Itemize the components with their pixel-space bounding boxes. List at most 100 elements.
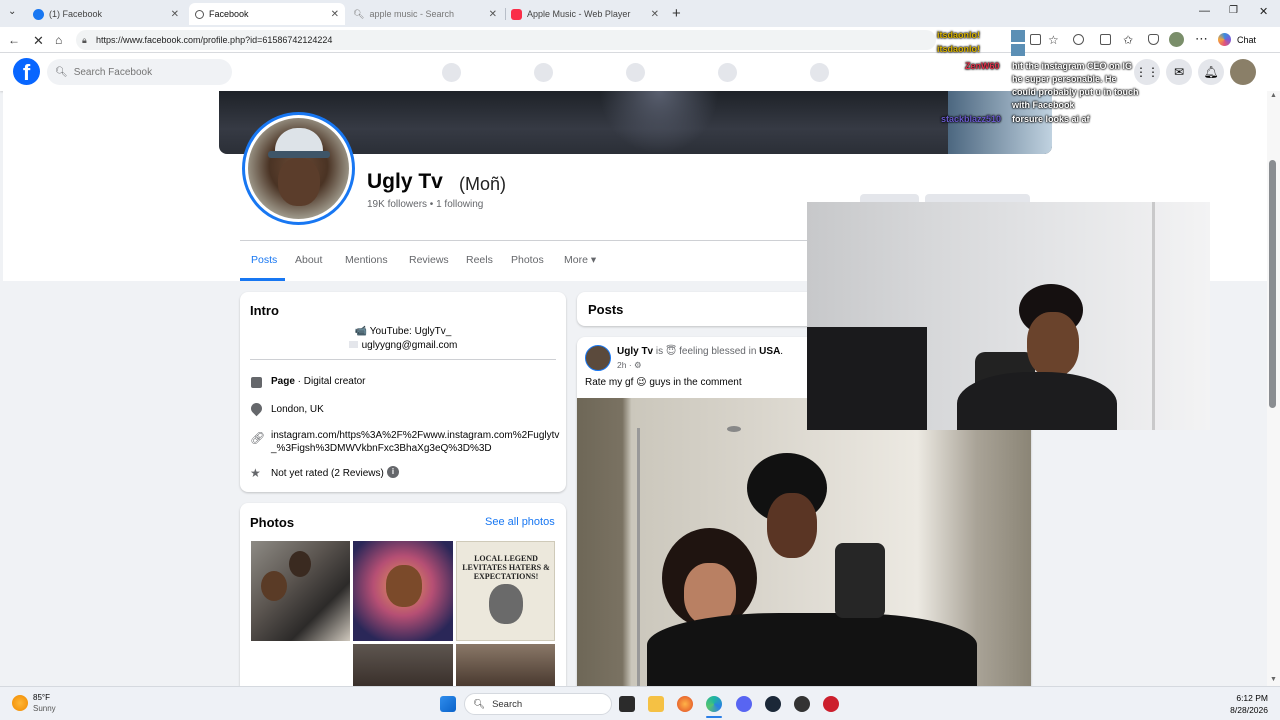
scrollbar-thumb[interactable] (1269, 160, 1276, 408)
close-tab-icon[interactable]: ✕ (489, 9, 497, 20)
tab-posts[interactable]: Posts (251, 254, 277, 266)
taskbar-search-label: Search (492, 698, 523, 710)
tab-list-chevron-icon[interactable]: ⌄ (8, 6, 16, 17)
info-icon[interactable]: i (387, 466, 399, 478)
post-author-name[interactable]: Ugly Tv (617, 346, 653, 357)
intro-location: London, UK (271, 404, 324, 415)
tab-reviews[interactable]: Reviews (409, 254, 449, 266)
close-window-icon[interactable]: ✕ (1259, 5, 1268, 18)
task-view-icon[interactable] (619, 696, 635, 712)
photo-thumbnail[interactable] (353, 644, 453, 686)
address-bar[interactable]: 🔒︎ https://www.facebook.com/profile.php?… (76, 30, 936, 50)
steam-icon[interactable] (765, 696, 781, 712)
apple-music-favicon-icon (511, 8, 522, 20)
photo-thumbnail[interactable] (353, 541, 453, 641)
chat-username: ZenW60 (965, 61, 1000, 71)
email-icon (348, 341, 358, 348)
intro-page-category: Page · Digital creator (271, 376, 365, 387)
weather-temp[interactable]: 85°F (33, 693, 50, 702)
tab-mentions[interactable]: Mentions (345, 254, 388, 266)
nav-friends-icon[interactable] (534, 63, 553, 82)
post-author-avatar[interactable] (585, 345, 611, 371)
profile-picture[interactable] (248, 118, 349, 219)
close-tab-icon[interactable]: ✕ (331, 9, 339, 20)
recording-app-icon[interactable] (823, 696, 839, 712)
chat-message: itsdaonlo! (937, 30, 980, 40)
chat-username: stackblazz510 (941, 114, 1002, 124)
photos-card: Photos See all photos LOCAL LEGEND LEVIT… (240, 503, 566, 686)
scroll-down-icon[interactable]: ▼ (1270, 676, 1277, 683)
minimize-icon[interactable]: — (1199, 5, 1210, 17)
weather-sun-icon[interactable] (12, 695, 28, 711)
chat-message-text: with Facebook (1012, 100, 1075, 110)
page-flag-icon (251, 377, 262, 388)
intro-email-text: uglyygng@gmail.com (361, 340, 458, 351)
scroll-up-icon[interactable]: ▲ (1270, 92, 1277, 99)
post-text: Rate my gf 😉 guys in the comment (585, 377, 742, 388)
link-icon: 🔗︎ (250, 431, 266, 445)
discord-icon[interactable] (736, 696, 752, 712)
nav-groups-icon[interactable] (810, 63, 829, 82)
chat-message: ZenW60 (965, 61, 1000, 71)
post-image[interactable] (577, 398, 1031, 686)
facebook-favicon-icon (33, 8, 44, 20)
facebook-logo-icon[interactable]: f (13, 58, 40, 85)
close-tab-icon[interactable]: ✕ (171, 9, 179, 20)
file-explorer-icon[interactable] (648, 696, 664, 712)
post-location[interactable]: USA (759, 346, 780, 357)
post-timestamp[interactable]: 2h · ⚙ (617, 360, 642, 371)
chat-avatar-icon (1011, 44, 1025, 56)
weather-desc[interactable]: Sunny (33, 704, 56, 713)
cap-brim-graphic (268, 151, 330, 158)
followers-count[interactable]: 19K followers • 1 following (367, 199, 483, 210)
chat-username: itsdaonlo! (937, 44, 980, 54)
tab-apple-music-player[interactable]: Apple Music - Web Player ✕ (505, 3, 665, 25)
tab-apple-music-search[interactable]: 🔍︎ apple music - Search ✕ (347, 3, 503, 25)
nav-video-icon[interactable] (626, 63, 645, 82)
tab-facebook-notifications[interactable]: (1) Facebook ✕ (27, 3, 185, 25)
chat-message-text: could probably put u in touch (1012, 87, 1139, 97)
home-icon[interactable]: ⌂ (55, 33, 62, 47)
site-info-lock-icon[interactable]: 🔒︎ (82, 35, 87, 46)
search-favicon-icon: 🔍︎ (353, 8, 365, 19)
photo-thumbnail[interactable] (456, 644, 555, 686)
tab-reels[interactable]: Reels (466, 254, 493, 266)
post-header-line: Ugly Tv is 😇 feeling blessed in USA. (617, 346, 784, 357)
back-arrow-icon[interactable]: ← (8, 33, 20, 47)
nav-home-icon[interactable] (442, 63, 461, 82)
new-tab-plus-icon[interactable]: + (672, 5, 681, 22)
search-input[interactable] (73, 66, 224, 78)
stop-loading-icon[interactable]: ✕ (33, 33, 44, 49)
obs-icon[interactable] (794, 696, 810, 712)
intro-link-line1[interactable]: instagram.com/https%3A%2F%2Fwww.instagra… (271, 430, 559, 441)
windows-start-icon[interactable] (440, 696, 456, 712)
close-tab-icon[interactable]: ✕ (651, 9, 659, 20)
see-all-photos-link[interactable]: See all photos (485, 516, 555, 528)
firefox-icon[interactable] (677, 696, 693, 712)
chat-message-text: hit the instagram CEO on IG (1012, 61, 1133, 71)
newspaper-photo-thumbnail[interactable]: LOCAL LEGEND LEVITATES HATERS & EXPECTAT… (456, 541, 555, 641)
photo-thumbnail[interactable] (251, 541, 350, 641)
post-feeling-text: is 😇 feeling blessed in (653, 346, 760, 357)
page-type: · Digital creator (294, 376, 366, 387)
photos-title: Photos (250, 515, 295, 530)
chat-username: itsdaonlo! (937, 30, 980, 40)
taskbar-date[interactable]: 8/28/2026 (1212, 705, 1268, 715)
tab-title: Apple Music - Web Player (527, 9, 631, 19)
search-icon: 🔍︎ (473, 698, 486, 710)
tab-photos[interactable]: Photos (511, 254, 544, 266)
active-app-indicator (706, 716, 722, 718)
tab-about[interactable]: About (295, 254, 322, 266)
facebook-search-box[interactable]: 🔍︎ (47, 59, 232, 85)
edge-icon[interactable] (706, 696, 722, 712)
taskbar-search[interactable]: 🔍︎ Search (464, 693, 612, 715)
nav-marketplace-icon[interactable] (718, 63, 737, 82)
tab-more[interactable]: More ▾ (564, 254, 596, 266)
intro-divider (250, 359, 556, 360)
tab-facebook-active[interactable]: Facebook ✕ (189, 3, 345, 25)
intro-link-line2[interactable]: _%3Figsh%3DMWVkbnFxc3BhaXg3eQ%3D%3D (271, 443, 492, 454)
taskbar-time[interactable]: 6:12 PM (1220, 693, 1268, 703)
chat-message-text: forsure looks ai af (1012, 114, 1090, 124)
tab-title: Facebook (209, 9, 249, 19)
restore-icon[interactable]: ❐ (1229, 5, 1238, 16)
